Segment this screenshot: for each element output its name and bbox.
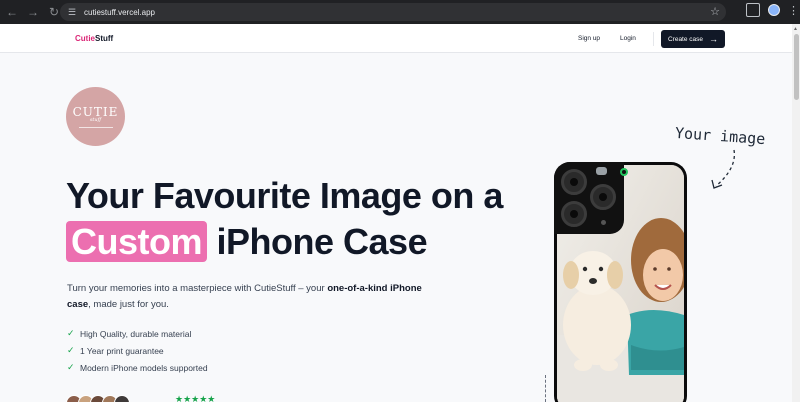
microphone-dot-icon (601, 220, 606, 225)
logo-suffix: Stuff (95, 34, 114, 43)
hero-subtitle-part2: , made just for you. (88, 299, 169, 310)
login-link[interactable]: Login (620, 35, 636, 42)
feature-label: High Quality, durable material (80, 328, 192, 339)
camera-lens-icon (561, 201, 587, 227)
bookmark-star-icon[interactable]: ☆ (710, 5, 720, 18)
camera-lens-icon (590, 184, 616, 210)
feature-item: ✓ 1 Year print guarantee (67, 342, 208, 359)
hero-subtitle: Turn your memories into a masterpiece wi… (67, 281, 427, 313)
site-header: CutieStuff Sign up Login Create case → (0, 24, 792, 53)
hero-title-highlight: Custom (66, 221, 207, 262)
hero-title-part2: iPhone Case (216, 221, 428, 262)
flash-icon (596, 167, 607, 175)
decorative-dashed-line (545, 375, 546, 402)
annotation-arrow-icon (711, 149, 736, 189)
site-logo[interactable]: CutieStuff (75, 34, 113, 43)
feature-list: ✓ High Quality, durable material ✓ 1 Year … (67, 325, 208, 376)
camera-lens-icon (561, 169, 587, 195)
badge-rule (78, 127, 113, 128)
back-icon[interactable]: ← (3, 3, 21, 21)
scroll-up-icon[interactable]: ▲ (793, 26, 798, 32)
logo-prefix: Cutie (75, 34, 95, 43)
create-case-button[interactable]: Create case → (661, 30, 725, 48)
feature-item: ✓ Modern iPhone models supported (67, 359, 208, 376)
camera-module (554, 162, 624, 234)
lidar-sensor-icon (620, 168, 628, 176)
header-divider (653, 32, 654, 46)
url-text: cutiestuff.vercel.app (84, 7, 156, 17)
hero-subtitle-part1: Turn your memories into a masterpiece wi… (67, 283, 325, 294)
browser-toolbar: ← → ↻ ☰ cutiestuff.vercel.app ☆ ⋮ (0, 0, 800, 24)
check-icon: ✓ (67, 345, 75, 355)
feature-label: Modern iPhone models supported (80, 362, 208, 373)
address-bar[interactable]: ☰ cutiestuff.vercel.app ☆ (60, 3, 726, 21)
hero-title: Your Favourite Image on a Custom iPhone … (66, 173, 536, 265)
badge-text-script: stuff (89, 117, 102, 123)
customer-avatars (66, 395, 130, 402)
feature-label: 1 Year print guarantee (80, 345, 164, 356)
check-icon: ✓ (67, 362, 75, 372)
page-scrollbar[interactable]: ▲ (792, 24, 800, 402)
feature-item: ✓ High Quality, durable material (67, 325, 208, 342)
menu-icon[interactable]: ⋮ (788, 4, 799, 17)
scrollbar-thumb[interactable] (794, 34, 799, 100)
forward-icon[interactable]: → (24, 3, 42, 21)
create-case-label: Create case (667, 35, 704, 43)
arrow-right-icon: → (709, 34, 719, 44)
phone-case-mockup (554, 162, 687, 402)
site-info-icon[interactable]: ☰ (64, 4, 80, 20)
extensions-icon[interactable] (746, 3, 760, 17)
signup-link[interactable]: Sign up (578, 35, 600, 42)
profile-icon[interactable] (768, 4, 780, 16)
check-icon: ✓ (67, 328, 75, 338)
rating-stars: ★★★★★ (175, 394, 216, 402)
avatar (114, 395, 130, 402)
your-image-annotation: Your image (674, 123, 766, 149)
brand-badge: CUTIE stuff (66, 87, 125, 146)
hero-title-part1: Your Favourite Image on a (66, 175, 503, 216)
